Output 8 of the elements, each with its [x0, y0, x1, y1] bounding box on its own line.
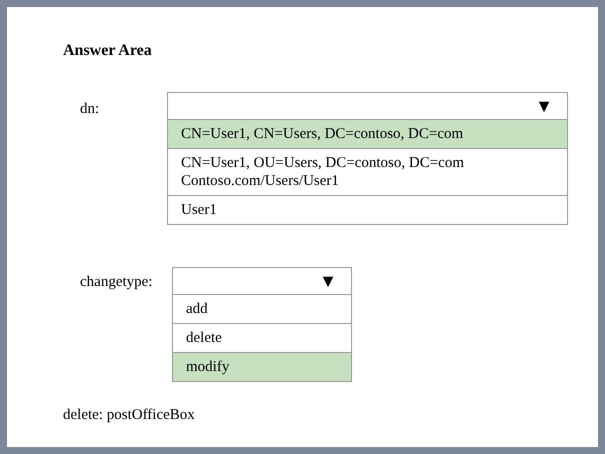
field-label: dn: — [80, 100, 100, 119]
dropdown[interactable]: ▼ — [172, 267, 352, 295]
dropdown-option[interactable]: CN=User1, CN=Users, DC=contoso, DC=com — [168, 120, 567, 148]
answer-area-title: Answer Area — [63, 41, 153, 61]
footer-text: delete: postOfficeBox — [63, 406, 196, 425]
dropdown[interactable]: ▼ — [167, 92, 568, 120]
field-label: changetype: — [80, 273, 154, 292]
dropdown-option[interactable]: modify — [173, 352, 351, 381]
